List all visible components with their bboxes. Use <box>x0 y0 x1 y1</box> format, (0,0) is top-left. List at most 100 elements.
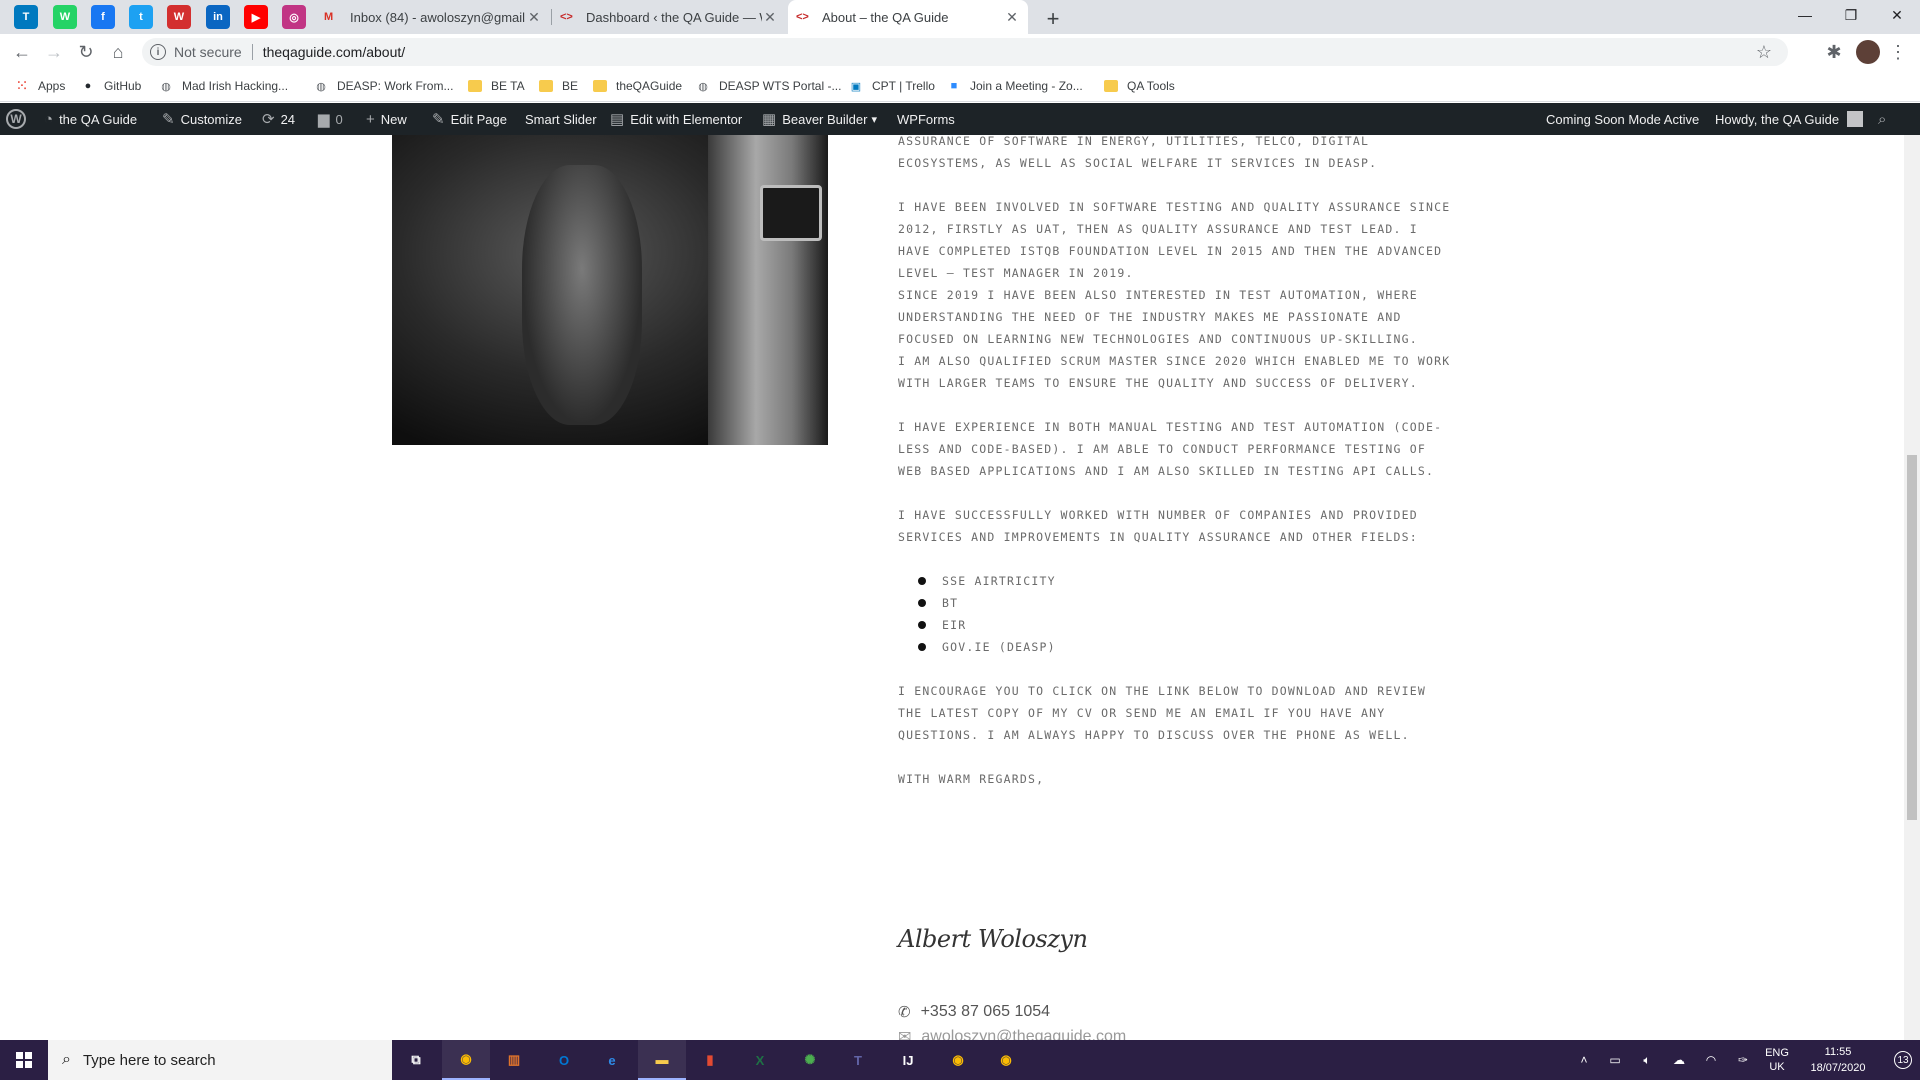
info-icon[interactable]: i <box>150 44 166 60</box>
windows-start-icon[interactable] <box>0 1040 48 1080</box>
close-icon[interactable]: ✕ <box>1004 9 1020 26</box>
clock[interactable]: 11:55 18/07/2020 <box>1800 1040 1876 1080</box>
folder-icon <box>1103 78 1119 94</box>
search-icon[interactable]: ⌕ <box>1878 103 1886 135</box>
bookmark-11[interactable]: QA Tools <box>1103 70 1175 102</box>
intellij-icon[interactable]: IJ <box>884 1040 932 1080</box>
bookmark-9[interactable]: ▣ CPT | Trello <box>848 70 935 102</box>
wp-wpforms[interactable]: WPForms <box>897 103 955 135</box>
chrome-2-icon[interactable]: ◉ <box>934 1040 982 1080</box>
profile-avatar[interactable] <box>1856 40 1880 64</box>
forward-icon[interactable]: → <box>42 40 66 64</box>
chrome-icon[interactable]: ◉ <box>442 1040 490 1080</box>
beaver-icon: ▦ <box>762 111 777 128</box>
wp-edit-page[interactable]: ✎ Edit Page <box>432 103 507 135</box>
bookmark-7[interactable]: theQAGuide <box>592 70 682 102</box>
tab-dashboard[interactable]: <> Dashboard ‹ the QA Guide — Wo ✕ <box>552 0 786 34</box>
wp-new[interactable]: + New <box>366 103 407 135</box>
bookmark-1[interactable]: ⁙ Apps <box>14 70 65 102</box>
wp-smart-slider[interactable]: Smart Slider <box>525 103 597 135</box>
scrollbar-thumb[interactable] <box>1907 455 1917 820</box>
wordpress-logo-icon[interactable]: W <box>6 103 26 135</box>
instagram-icon[interactable]: ◎ <box>282 5 306 29</box>
wp-site-link[interactable]: ◔ the QA Guide <box>44 103 137 135</box>
linkedin-icon[interactable]: in <box>206 5 230 29</box>
w-icon[interactable]: W <box>167 5 191 29</box>
wp-elementor[interactable]: ▤ Edit with Elementor <box>610 103 742 135</box>
bookmark-4[interactable]: ◍ DEASP: Work From... <box>313 70 453 102</box>
close-icon[interactable]: ✕ <box>762 9 778 26</box>
url-text[interactable]: theqaguide.com/about/ <box>263 44 405 60</box>
email-row[interactable]: ✉ awoloszyn@theqaguide.com <box>898 1027 1126 1040</box>
stripes-icon[interactable]: ▥ <box>490 1040 538 1080</box>
outlook-icon[interactable]: O <box>540 1040 588 1080</box>
file-explorer-icon[interactable]: ▬ <box>638 1040 686 1080</box>
phone-number[interactable]: +353 87 065 1054 <box>921 1003 1050 1021</box>
reload-icon[interactable]: ↻ <box>74 40 98 64</box>
edge-icon[interactable]: e <box>588 1040 636 1080</box>
battery-icon[interactable]: ▭ <box>1604 1040 1626 1080</box>
phone-row[interactable]: ✆ +353 87 065 1054 <box>898 1003 1050 1021</box>
address-bar[interactable]: i Not secure theqaguide.com/about/ ☆ <box>142 38 1788 66</box>
wp-customize[interactable]: ✎ Customize <box>162 103 242 135</box>
wp-beaver-builder[interactable]: ▦ Beaver Builder ▾ <box>762 103 877 135</box>
facebook-icon[interactable]: f <box>91 5 115 29</box>
pdf-icon[interactable]: ▮ <box>686 1040 734 1080</box>
new-tab-button[interactable]: + <box>1042 6 1064 32</box>
trello-icon[interactable]: T <box>14 5 38 29</box>
bookmark-3[interactable]: ◍ Mad Irish Hacking... <box>158 70 288 102</box>
minimize-icon[interactable]: — <box>1782 0 1828 30</box>
home-icon[interactable]: ⌂ <box>106 40 130 64</box>
email-address[interactable]: awoloszyn@theqaguide.com <box>921 1028 1126 1040</box>
para-testing: I HAVE BEEN INVOLVED IN SOFTWARE TESTING… <box>898 200 1451 280</box>
wp-howdy[interactable]: Howdy, the QA Guide <box>1715 103 1864 135</box>
pen-icon[interactable]: ✑ <box>1732 1040 1754 1080</box>
windows-taskbar: ⌕ Type here to search ⧉ ◉ ▥ Oe ▬ ▮ X ✺ T IJ ◉ ◉ ˄ ▭… <box>0 1040 1920 1080</box>
volume-icon[interactable]: 🔈︎ <box>1636 1040 1658 1080</box>
region-label: UK <box>1769 1061 1785 1073</box>
bookmark-8[interactable]: ◍ DEASP WTS Portal -... <box>695 70 841 102</box>
back-icon[interactable]: ← <box>10 40 34 64</box>
teams-icon[interactable]: T <box>834 1040 882 1080</box>
bookmark-label: theQAGuide <box>616 79 683 93</box>
bookmark-label: GitHub <box>104 79 142 93</box>
page-content: ASSURANCE OF SOFTWARE IN ENERGY, UTILITI… <box>0 135 1904 1040</box>
close-icon[interactable]: ✕ <box>526 9 542 26</box>
excel-icon[interactable]: X <box>736 1040 784 1080</box>
language-indicator[interactable]: ENG UK <box>1760 1040 1794 1080</box>
wp-coming-soon[interactable]: Coming Soon Mode Active <box>1546 103 1699 135</box>
bookmark-label: DEASP WTS Portal -... <box>719 79 842 93</box>
bookmark-10[interactable]: ■ Join a Meeting - Zo... <box>946 70 1083 102</box>
wifi-icon[interactable]: ◠ <box>1700 1040 1722 1080</box>
star-icon[interactable]: ☆ <box>1756 42 1772 63</box>
spider-icon[interactable]: ✺ <box>786 1040 834 1080</box>
code-icon: <> <box>560 11 573 23</box>
page-scrollbar[interactable] <box>1904 135 1920 1040</box>
wp-updates[interactable]: ⟳ 24 <box>262 103 295 135</box>
bookmark-5[interactable]: BE TA <box>467 70 525 102</box>
tab-about[interactable]: <> About – the QA Guide ✕ <box>788 0 1028 34</box>
chevron-up-icon[interactable]: ˄ <box>1574 1040 1594 1080</box>
search-icon: ⌕ <box>62 1051 71 1068</box>
restore-icon[interactable]: ❐ <box>1828 0 1874 30</box>
menu-icon[interactable]: ⋮ <box>1886 40 1910 64</box>
close-window-icon[interactable]: ✕ <box>1874 0 1920 30</box>
twitter-icon[interactable]: t <box>129 5 153 29</box>
notification-icon[interactable]: 13 <box>1880 1040 1918 1080</box>
bookmark-6[interactable]: BE <box>538 70 578 102</box>
bookmarks-bar: ⁙ Apps ● GitHub ◍ Mad Irish Hacking... ◍ DEASP:… <box>0 70 1920 102</box>
chrome-3-icon[interactable]: ◉ <box>982 1040 1030 1080</box>
youtube-icon[interactable]: ▶ <box>244 5 268 29</box>
plus-icon: + <box>366 110 375 128</box>
taskbar-search[interactable]: ⌕ Type here to search <box>48 1040 392 1080</box>
extensions-icon[interactable]: ✱ <box>1822 40 1846 64</box>
bookmark-label: CPT | Trello <box>872 79 935 93</box>
user-avatar-icon <box>1847 111 1864 127</box>
wp-comments[interactable]: ▆ 0 <box>318 103 343 135</box>
task-view-icon[interactable]: ⧉ <box>392 1040 440 1080</box>
bookmark-2[interactable]: ● GitHub <box>80 70 142 102</box>
github-icon: ● <box>84 80 92 92</box>
onedrive-icon[interactable]: ☁ <box>1668 1040 1690 1080</box>
whatsapp-icon[interactable]: W <box>53 5 77 29</box>
tab-gmail[interactable]: M Inbox (84) - awoloszyn@gmail.co ✕ <box>316 0 550 34</box>
